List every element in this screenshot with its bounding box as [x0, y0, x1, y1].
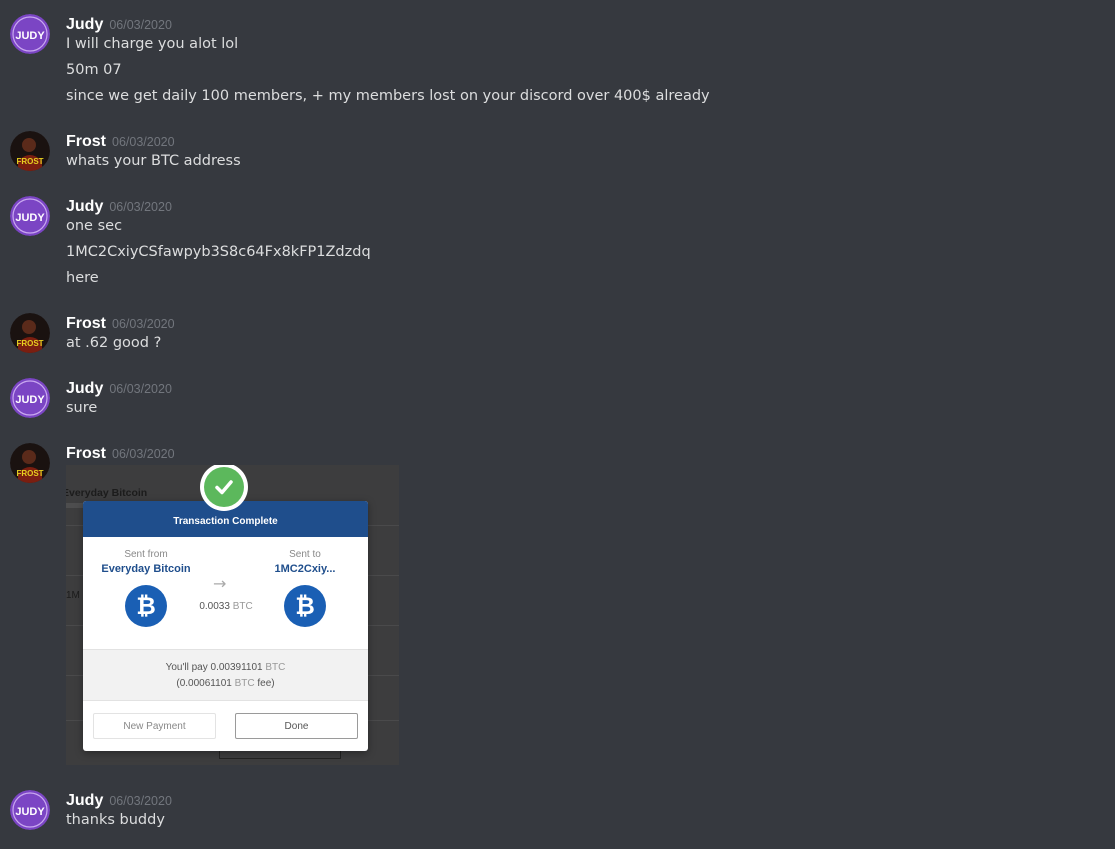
svg-text:JUDY: JUDY — [15, 806, 45, 818]
message-header: Frost 06/03/2020 — [66, 443, 175, 463]
message-header: Frost 06/03/2020 — [66, 313, 175, 333]
svg-text:FROST: FROST — [16, 469, 43, 478]
chat-messages: JUDY Judy 06/03/2020 I will charge you al… — [0, 0, 1115, 849]
total-pay: You'll pay 0.00391101 BTC — [83, 660, 368, 676]
message-text: at .62 good ? — [66, 335, 162, 351]
username[interactable]: Frost — [66, 445, 106, 462]
arrow-right-icon: → — [213, 574, 227, 593]
svg-text:JUDY: JUDY — [15, 212, 45, 224]
username[interactable]: Judy — [66, 380, 103, 397]
timestamp: 06/03/2020 — [112, 135, 175, 149]
sent-to-label: Sent to — [289, 549, 321, 560]
message-header: Judy 06/03/2020 — [66, 14, 172, 34]
bitcoin-icon: ₿ — [284, 585, 326, 627]
message-text: whats your BTC address — [66, 153, 241, 169]
background-address-fragment: 1M — [66, 590, 80, 601]
check-icon — [200, 465, 248, 511]
message-header: Judy 06/03/2020 — [66, 378, 172, 398]
image-attachment[interactable]: Everyday Bitcoin 1M Transaction Complete… — [66, 465, 399, 765]
sent-from: Sent from Everyday Bitcoin ₿ — [91, 549, 201, 627]
username[interactable]: Frost — [66, 133, 106, 150]
sent-to: Sent to 1MC2Cxiy... ₿ — [250, 549, 360, 627]
total-pay-unit: BTC — [265, 662, 286, 673]
timestamp: 06/03/2020 — [112, 447, 175, 461]
timestamp: 06/03/2020 — [109, 200, 172, 214]
frost-avatar[interactable]: FROST — [10, 313, 50, 353]
fee: (0.00061101 BTC fee) — [83, 676, 368, 692]
message-header: Frost 06/03/2020 — [66, 131, 175, 151]
transaction-dialog: Transaction Complete Sent from Everyday … — [83, 501, 368, 751]
background-wallet-title: Everyday Bitcoin — [66, 487, 148, 499]
total-pay-text: You'll pay 0.00391101 — [165, 662, 263, 673]
message-text: thanks buddy — [66, 812, 165, 828]
timestamp: 06/03/2020 — [109, 794, 172, 808]
sent-to-value: 1MC2Cxiy... — [274, 563, 336, 575]
svg-text:JUDY: JUDY — [15, 30, 45, 42]
message-header: Judy 06/03/2020 — [66, 790, 172, 810]
username[interactable]: Judy — [66, 198, 103, 215]
message-header: Judy 06/03/2020 — [66, 196, 172, 216]
username[interactable]: Judy — [66, 16, 103, 33]
message-text: here — [66, 270, 99, 286]
done-button[interactable]: Done — [235, 713, 358, 739]
message-text: 50m 07 — [66, 62, 122, 78]
svg-text:FROST: FROST — [16, 157, 43, 166]
message-text: one sec — [66, 218, 123, 234]
judy-avatar[interactable]: JUDY — [10, 378, 50, 418]
judy-avatar[interactable]: JUDY — [10, 14, 50, 54]
timestamp: 06/03/2020 — [109, 18, 172, 32]
frost-avatar[interactable]: FROST — [10, 131, 50, 171]
dialog-body: Sent from Everyday Bitcoin ₿ → 0.0033 BT… — [83, 537, 368, 649]
judy-avatar[interactable]: JUDY — [10, 196, 50, 236]
fee-suffix: fee) — [257, 678, 275, 689]
message-text: 1MC2CxiyCSfawpyb3S8c64Fx8kFP1Zdzdq — [66, 244, 371, 260]
bitcoin-icon: ₿ — [125, 585, 167, 627]
frost-avatar[interactable]: FROST — [10, 443, 50, 483]
fee-text: (0.00061101 — [176, 678, 232, 689]
svg-text:FROST: FROST — [16, 339, 43, 348]
message-text: since we get daily 100 members, + my mem… — [66, 88, 710, 104]
amount-value: 0.0033 — [199, 601, 230, 612]
timestamp: 06/03/2020 — [109, 382, 172, 396]
judy-avatar[interactable]: JUDY — [10, 790, 50, 830]
timestamp: 06/03/2020 — [112, 317, 175, 331]
username[interactable]: Frost — [66, 315, 106, 332]
dialog-footer: New Payment Done — [83, 701, 368, 751]
new-payment-button[interactable]: New Payment — [93, 713, 216, 739]
message-text: I will charge you alot lol — [66, 36, 239, 52]
fee-unit: BTC — [234, 678, 255, 689]
username[interactable]: Judy — [66, 792, 103, 809]
sent-from-value: Everyday Bitcoin — [101, 563, 191, 575]
sent-from-label: Sent from — [124, 549, 168, 560]
svg-text:JUDY: JUDY — [15, 394, 45, 406]
message-text: sure — [66, 400, 98, 416]
payment-summary: You'll pay 0.00391101 BTC (0.00061101 BT… — [83, 649, 368, 701]
